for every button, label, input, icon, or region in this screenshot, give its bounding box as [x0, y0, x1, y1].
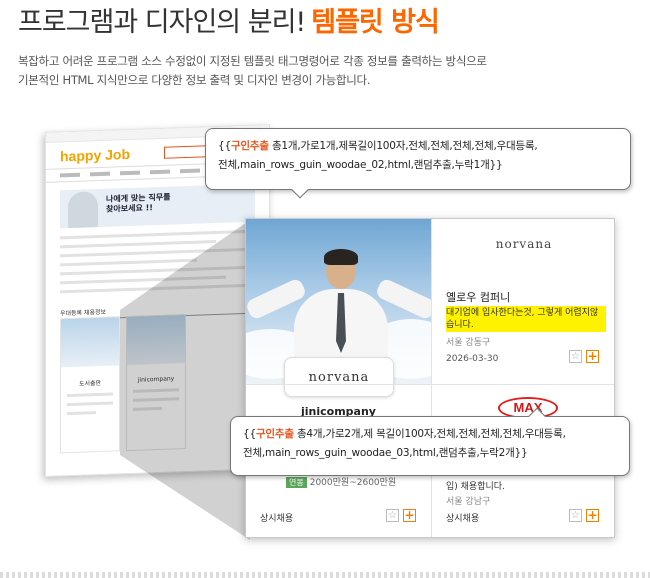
salary: 연봉 2000만원~2600만원 — [286, 475, 396, 488]
callout-params: 총1개,가로1개,제목길이100자,전체,전체,전체,전체,우대등록, — [268, 140, 538, 152]
template-tag-callout-2: {{구인추출 총4개,가로2개,제 목길이100자,전체,전체,전체,전체,우대… — [230, 407, 630, 476]
callout-params: 총4개,가로2개,제 목길이100자,전체,전체,전체,전체,우대등록, — [293, 428, 566, 440]
mini-logo: happy Job — [60, 146, 130, 164]
company-logo: norvana — [495, 237, 553, 251]
description: 복잡하고 어려운 프로그램 소스 수정없이 지정된 템플릿 태그명령어로 각종 … — [18, 52, 628, 90]
job-location: 서울 강남구 — [446, 497, 491, 507]
headline-accent: 템플릿 방식 — [311, 7, 440, 38]
magnified-cards-panel: norvana norvana 옐로우 컴퍼니 대기업에 입사한다는것, 그렇게… — [245, 218, 615, 538]
description-line-2: 기본적인 HTML 지식만으로 다양한 정보 출력 및 디자인 변경이 가능합니… — [18, 73, 371, 87]
page-headline: 프로그램과 디자인의 분리! 템플릿 방식 — [18, 0, 440, 40]
job-location: 서울 강동구 — [446, 338, 491, 348]
plus-icon[interactable]: + — [403, 509, 416, 522]
photo-company-logo: norvana — [284, 357, 394, 397]
mini-card: 도서출판 — [60, 316, 120, 454]
mini-logo-job: Job — [105, 145, 131, 163]
job-deadline: 2026-03-30 — [446, 354, 499, 364]
mini-banner-line-2: 찾아보세요 !! — [106, 203, 153, 214]
description-line-1: 복잡하고 어려운 프로그램 소스 수정없이 지정된 템플릿 태그명령어로 각종 … — [18, 54, 487, 68]
star-icon[interactable]: ☆ — [386, 509, 399, 522]
callout-keyword: 구인추출 — [255, 428, 294, 440]
mini-banner-person — [68, 191, 98, 229]
mini-banner-text: 나에게 맞는 직무를 찾아보세요 !! — [106, 193, 170, 215]
card-divider-vertical — [431, 219, 432, 537]
template-tag-callout-1: {{구인추출 총1개,가로1개,제목길이100자,전체,전체,전체,전체,우대등… — [205, 128, 631, 199]
zoom-funnel — [120, 220, 250, 540]
hire-type: 상시채용 — [260, 514, 294, 524]
salary-badge: 연봉 — [286, 477, 307, 488]
callout-2-line-2: 전체,main_rows_guin_woodae_03,html,랜덤추출,누락… — [243, 447, 528, 459]
salary-range: 2000만원~2600만원 — [309, 478, 397, 488]
job-title[interactable]: 대기업에 입사한다는것, 그렇게 어렵지않습니다. — [446, 306, 606, 332]
job-title[interactable]: 입) 채용합니다. — [446, 479, 505, 492]
star-icon[interactable]: ☆ — [569, 350, 582, 363]
callout-1-line-2: 전체,main_rows_guin_woodae_02,html,랜덤추출,누락… — [218, 159, 503, 171]
company-name: 옐로우 컴퍼니 — [446, 291, 511, 304]
callout-open-brace: {{ — [243, 428, 256, 440]
plus-icon[interactable]: + — [586, 350, 599, 363]
hire-type: 상시채용 — [446, 514, 480, 524]
callout-tail — [291, 181, 309, 199]
mini-logo-happy: happy — [60, 146, 102, 165]
headline-main: 프로그램과 디자인의 분리! — [18, 7, 306, 38]
callout-1-line-1: {{구인추출 총1개,가로1개,제목길이100자,전체,전체,전체,전체,우대등… — [218, 137, 618, 156]
star-icon[interactable]: ☆ — [569, 509, 582, 522]
callout-keyword: 구인추출 — [230, 140, 269, 152]
mini-card-name: 도서출판 — [78, 379, 102, 388]
card-divider-horizontal — [246, 384, 614, 385]
plus-icon[interactable]: + — [586, 509, 599, 522]
mini-card-image — [61, 317, 119, 368]
callout-2-line-1: {{구인추출 총4개,가로2개,제 목길이100자,전체,전체,전체,전체,우대… — [243, 425, 617, 444]
callout-open-brace: {{ — [218, 140, 231, 152]
bottom-divider — [0, 572, 650, 578]
